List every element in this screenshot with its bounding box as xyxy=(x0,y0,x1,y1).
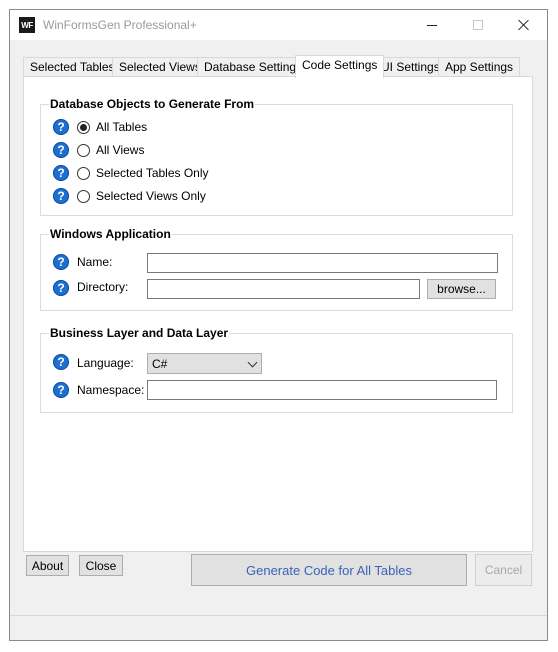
db-objects-group-title: Database Objects to Generate From xyxy=(49,97,256,111)
maximize-button xyxy=(455,10,501,40)
tab-app-settings[interactable]: App Settings xyxy=(438,57,521,76)
tab-selected-views[interactable]: Selected Views xyxy=(112,57,208,76)
namespace-input[interactable] xyxy=(147,380,497,400)
name-label: Name: xyxy=(77,255,113,269)
status-bar xyxy=(10,615,547,640)
radio-all-views-label[interactable]: All Views xyxy=(96,143,144,157)
generate-code-button[interactable]: Generate Code for All Tables xyxy=(191,554,467,586)
help-icon[interactable]: ? xyxy=(53,382,69,398)
radio-selected-tables-only-label[interactable]: Selected Tables Only xyxy=(96,166,209,180)
radio-selected-views-only[interactable] xyxy=(77,190,90,203)
title-bar[interactable]: WF WinFormsGen Professional+ xyxy=(10,10,547,40)
radio-all-views[interactable] xyxy=(77,144,90,157)
browse-button[interactable]: browse... xyxy=(427,279,496,299)
directory-label: Directory: xyxy=(77,280,129,294)
radio-all-tables-label[interactable]: All Tables xyxy=(96,120,147,134)
cancel-button: Cancel xyxy=(475,554,532,586)
main-window: WF WinFormsGen Professional+ Selected Ta… xyxy=(9,9,548,641)
language-select-value: C# xyxy=(152,357,168,371)
about-button[interactable]: About xyxy=(26,555,69,576)
close-icon xyxy=(518,19,530,31)
help-icon[interactable]: ? xyxy=(53,354,69,370)
tab-selected-tables[interactable]: Selected Tables xyxy=(23,57,122,76)
radio-selected-tables-only[interactable] xyxy=(77,167,90,180)
windows-application-group-title: Windows Application xyxy=(49,227,172,241)
windows-application-group: Windows Application ? Name: ? Directory:… xyxy=(40,227,513,311)
business-layer-group: Business Layer and Data Layer ? Language… xyxy=(40,326,513,413)
close-window-button[interactable] xyxy=(501,10,547,40)
radio-selected-views-only-label[interactable]: Selected Views Only xyxy=(96,189,206,203)
app-logo-icon: WF xyxy=(19,17,35,33)
help-icon[interactable]: ? xyxy=(53,280,69,296)
close-button[interactable]: Close xyxy=(79,555,123,576)
code-settings-panel: Database Objects to Generate From ? All … xyxy=(23,76,533,552)
business-layer-group-title: Business Layer and Data Layer xyxy=(49,326,230,340)
db-objects-group: Database Objects to Generate From ? All … xyxy=(40,97,513,216)
minimize-icon xyxy=(427,24,437,26)
language-select[interactable]: C# xyxy=(147,353,262,374)
help-icon[interactable]: ? xyxy=(53,142,69,158)
help-icon[interactable]: ? xyxy=(53,188,69,204)
tab-code-settings[interactable]: Code Settings xyxy=(295,55,385,78)
help-icon[interactable]: ? xyxy=(53,254,69,270)
tab-ui-settings[interactable]: UI Settings xyxy=(374,57,447,76)
directory-input[interactable] xyxy=(147,279,420,299)
name-input[interactable] xyxy=(147,253,498,273)
minimize-button[interactable] xyxy=(409,10,455,40)
namespace-label: Namespace: xyxy=(77,383,145,397)
radio-all-tables[interactable] xyxy=(77,121,90,134)
maximize-icon xyxy=(473,20,483,30)
tab-database-settings[interactable]: Database Settings xyxy=(197,57,310,76)
window-title: WinFormsGen Professional+ xyxy=(43,18,197,32)
language-label: Language: xyxy=(77,356,134,370)
help-icon[interactable]: ? xyxy=(53,165,69,181)
chevron-down-icon xyxy=(247,357,258,368)
help-icon[interactable]: ? xyxy=(53,119,69,135)
